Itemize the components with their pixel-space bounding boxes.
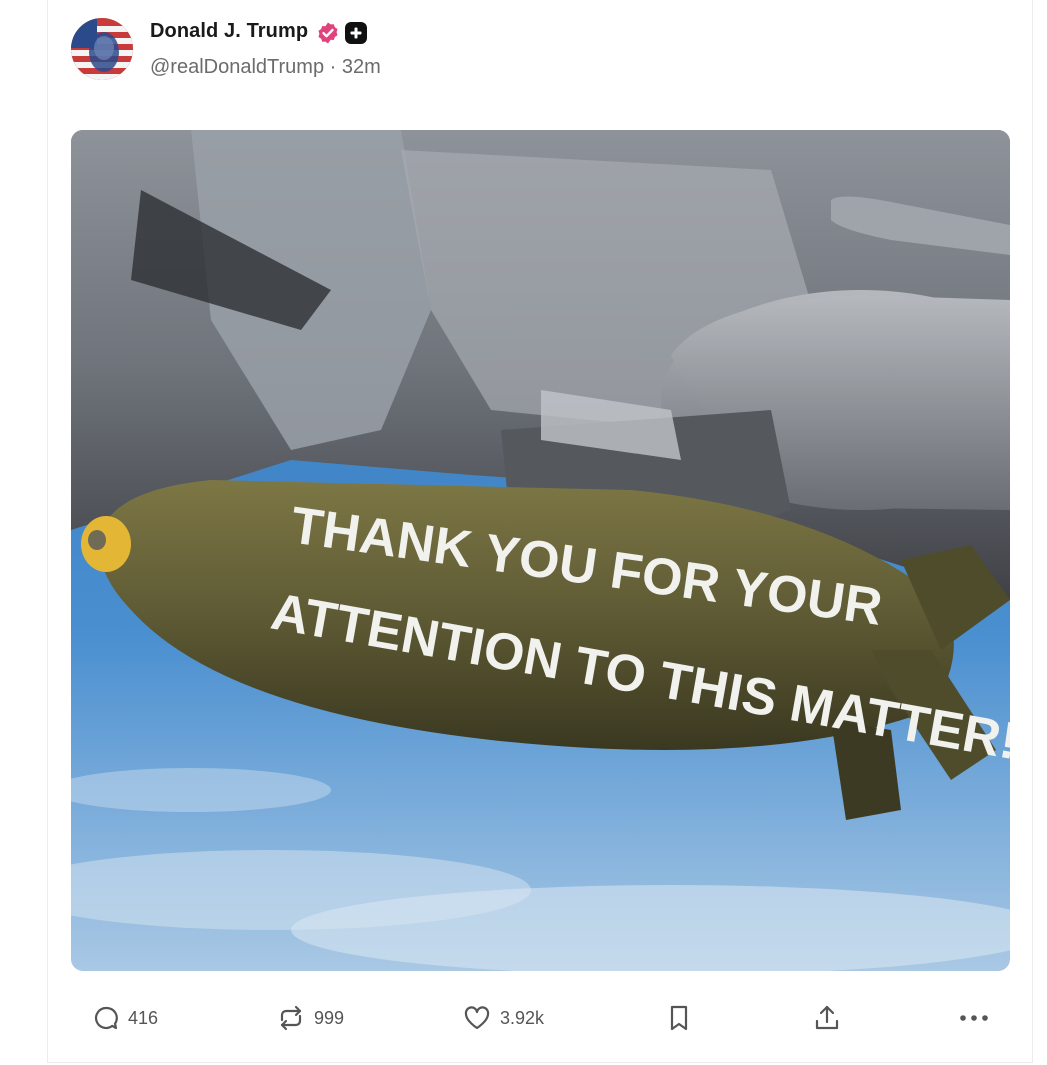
share-button[interactable] [812, 995, 842, 1041]
like-count: 3.92k [500, 1007, 545, 1028]
share-icon [812, 1003, 842, 1033]
post-image[interactable]: THANK YOU FOR YOUR ATTENTION TO THIS MAT… [71, 130, 1010, 971]
more-icon [958, 1013, 990, 1023]
meta-separator: · [329, 56, 337, 78]
bookmark-icon [666, 1003, 692, 1033]
plus-badge-icon [345, 22, 367, 44]
reply-count: 416 [128, 1007, 159, 1028]
author-name[interactable]: Donald J. Trump [150, 20, 308, 43]
reply-icon [92, 1004, 120, 1032]
repost-button[interactable]: 999 [276, 995, 344, 1041]
repost-icon [276, 1004, 306, 1032]
like-icon [462, 1004, 492, 1032]
verified-badge-icon [316, 21, 340, 45]
author-handle[interactable]: @realDonaldTrump [150, 56, 324, 78]
post-time[interactable]: 32m [342, 56, 381, 78]
action-bar: 416 999 3.92k [0, 995, 1047, 1041]
bookmark-button[interactable] [666, 995, 692, 1041]
avatar[interactable] [71, 18, 133, 80]
reply-button[interactable]: 416 [92, 995, 158, 1041]
handle-row: @realDonaldTrump · 32m [150, 56, 381, 79]
repost-count: 999 [314, 1007, 345, 1028]
like-button[interactable]: 3.92k [462, 995, 544, 1041]
more-button[interactable] [958, 995, 990, 1041]
